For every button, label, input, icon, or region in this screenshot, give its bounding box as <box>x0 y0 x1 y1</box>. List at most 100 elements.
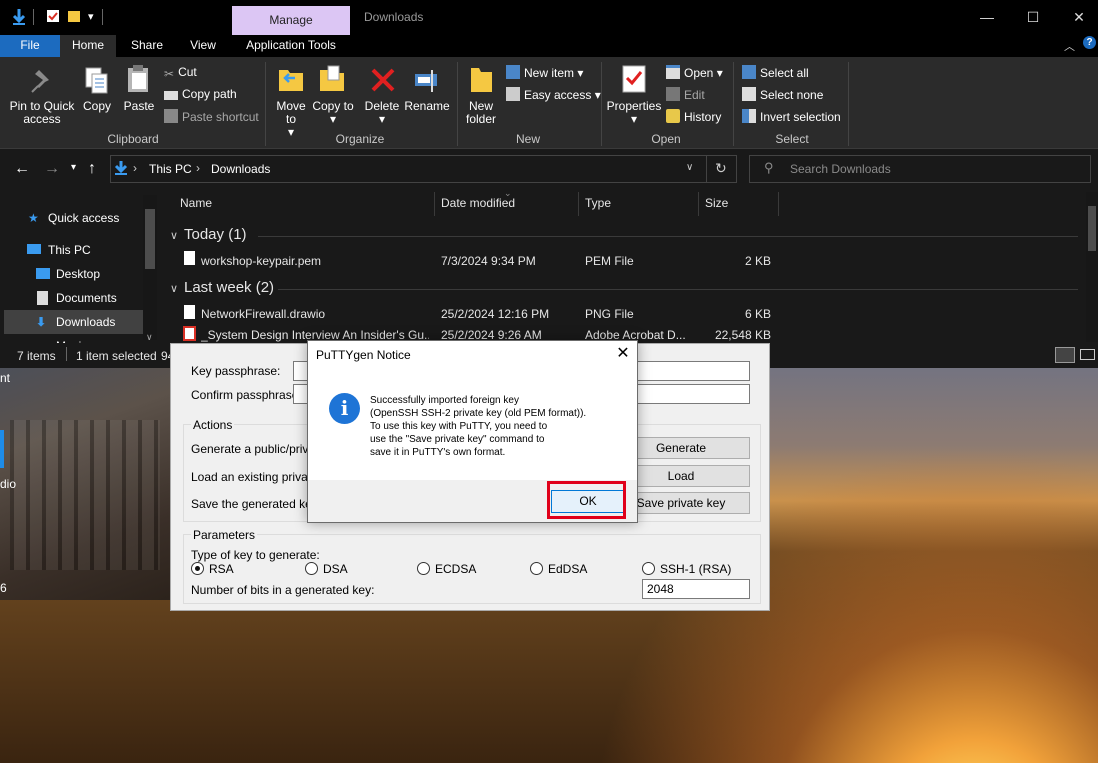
key-type-ssh1-rsa[interactable]: SSH-1 (RSA) <box>642 562 731 576</box>
key-type-dsa[interactable]: DSA <box>305 562 348 576</box>
notice-message: Successfully imported foreign key (OpenS… <box>370 394 630 459</box>
maximize-icon[interactable]: ☐ <box>1010 5 1056 29</box>
copy-path-button[interactable]: Copy path <box>164 87 237 101</box>
collapse-group-icon[interactable]: ∨ <box>170 229 178 242</box>
column-separator[interactable] <box>778 192 779 216</box>
content-scrollbar[interactable] <box>1086 192 1098 342</box>
sidebar-item-downloads[interactable]: ⬇ Downloads <box>4 310 143 334</box>
paste-button[interactable]: Paste <box>118 100 160 113</box>
sidebar-item-music[interactable]: Music <box>0 334 143 343</box>
radio-icon <box>642 562 655 575</box>
tab-view[interactable]: View <box>180 35 226 57</box>
breadcrumb-downloads[interactable]: Downloads <box>211 162 270 176</box>
file-explorer-window: ▾ Manage Downloads — ☐ ✕ File Home Share… <box>0 0 1098 368</box>
paste-shortcut-icon <box>164 109 178 123</box>
column-separator[interactable] <box>698 192 699 216</box>
details-view-icon[interactable] <box>1055 347 1075 363</box>
pin-to-quick-access-button[interactable]: Pin to Quick access <box>6 100 78 126</box>
delete-button[interactable]: Delete ▾ <box>361 100 403 126</box>
properties-icon <box>622 65 646 93</box>
paste-shortcut-button[interactable]: Paste shortcut <box>164 109 259 124</box>
scroll-down-icon[interactable]: ∨ <box>146 332 153 343</box>
desktop-icon-edge[interactable] <box>0 430 4 468</box>
properties-button[interactable]: Properties ▾ <box>604 100 664 126</box>
tab-share[interactable]: Share <box>124 35 170 57</box>
up-arrow-icon[interactable]: ↑ <box>88 160 96 178</box>
key-type-rsa[interactable]: RSA <box>191 562 234 576</box>
help-icon[interactable]: ? <box>1083 36 1096 49</box>
sidebar-scrollbar[interactable] <box>143 195 157 340</box>
edit-button[interactable]: Edit <box>666 87 705 102</box>
star-icon: ★ <box>28 211 39 225</box>
copy-button[interactable]: Copy <box>78 100 116 113</box>
qat-customize-icon[interactable]: ▾ <box>88 10 94 23</box>
back-arrow-icon[interactable]: ← <box>14 160 30 178</box>
column-separator[interactable] <box>578 192 579 216</box>
radio-icon <box>417 562 430 575</box>
navigation-pane: ★ Quick access This PC Desktop Documents … <box>0 188 158 343</box>
tab-application-tools[interactable]: Application Tools <box>236 35 346 57</box>
address-bar[interactable] <box>110 155 737 183</box>
easy-access-button[interactable]: Easy access ▾ <box>506 87 601 102</box>
bits-input[interactable]: 2048 <box>642 579 750 599</box>
group-header-last-week[interactable]: Last week (2) <box>184 279 274 296</box>
clipboard-group-label: Clipboard <box>107 132 159 146</box>
history-button[interactable]: History <box>666 109 721 124</box>
info-icon: i <box>329 393 360 424</box>
new-item-button[interactable]: New item ▾ <box>506 65 583 80</box>
key-type-ecdsa[interactable]: ECDSA <box>417 562 476 576</box>
breadcrumb-chevron-icon[interactable]: › <box>196 161 200 175</box>
breadcrumb-chevron-icon[interactable]: › <box>133 161 137 175</box>
sidebar-item-documents[interactable]: Documents <box>0 286 143 310</box>
sidebar-item-this-pc[interactable]: This PC <box>0 238 143 262</box>
edit-label: Edit <box>684 88 705 102</box>
cut-button[interactable]: ✂ Cut <box>164 65 197 81</box>
address-dropdown-icon[interactable]: ∨ <box>686 162 693 173</box>
file-name[interactable]: NetworkFirewall.drawio <box>201 307 325 321</box>
new-folder-button[interactable]: New folder <box>460 100 502 126</box>
close-icon[interactable]: ✕ <box>1056 5 1098 29</box>
column-separator[interactable] <box>434 192 435 216</box>
column-header-date[interactable]: Date modified <box>441 196 515 210</box>
cut-label: Cut <box>178 65 197 79</box>
sidebar-label: This PC <box>48 243 91 257</box>
group-header-today[interactable]: Today (1) <box>184 226 247 243</box>
open-item-label: Open <box>684 66 714 80</box>
group-separator <box>457 62 458 146</box>
tab-home[interactable]: Home <box>60 35 116 57</box>
new-item-icon <box>506 65 520 79</box>
close-icon[interactable]: ✕ <box>613 344 633 364</box>
file-name[interactable]: workshop-keypair.pem <box>201 254 321 268</box>
recent-locations-icon[interactable]: ▾ <box>71 162 76 173</box>
sidebar-item-quick-access[interactable]: ★ Quick access <box>0 206 143 230</box>
forward-arrow-icon[interactable]: → <box>44 160 60 178</box>
ribbon-collapse-icon[interactable]: ︿ <box>1064 38 1075 54</box>
minimize-icon[interactable]: — <box>964 5 1010 29</box>
tab-file[interactable]: File <box>0 35 60 57</box>
manage-context-tab[interactable]: Manage <box>232 6 350 35</box>
file-date: 7/3/2024 9:34 PM <box>441 254 536 268</box>
new-item-label: New item <box>524 66 575 80</box>
group-separator <box>265 62 266 146</box>
properties-check-icon[interactable] <box>46 9 60 23</box>
delete-label: Delete <box>364 99 400 113</box>
copy-to-button[interactable]: Copy to ▾ <box>312 100 354 126</box>
search-placeholder[interactable]: Search Downloads <box>790 162 891 176</box>
open-button[interactable]: Open ▾ <box>666 65 723 80</box>
sidebar-item-desktop[interactable]: Desktop <box>0 262 143 286</box>
column-header-type[interactable]: Type <box>585 196 611 210</box>
column-header-size[interactable]: Size <box>705 196 728 210</box>
column-header-name[interactable]: Name <box>180 196 212 210</box>
refresh-icon[interactable]: ↻ <box>715 160 727 177</box>
key-type-eddsa[interactable]: EdDSA <box>530 562 587 576</box>
select-all-button[interactable]: Select all <box>742 65 809 80</box>
large-icons-view-icon[interactable] <box>1080 349 1095 360</box>
breadcrumb-this-pc[interactable]: This PC <box>149 162 192 176</box>
new-folder-icon[interactable] <box>67 9 81 23</box>
rename-button[interactable]: Rename <box>404 100 450 113</box>
collapse-group-icon[interactable]: ∨ <box>170 282 178 295</box>
select-none-button[interactable]: Select none <box>742 87 823 102</box>
invert-selection-button[interactable]: Invert selection <box>742 109 841 124</box>
file-size: 6 KB <box>744 307 771 321</box>
sidebar-label: Documents <box>56 291 117 305</box>
